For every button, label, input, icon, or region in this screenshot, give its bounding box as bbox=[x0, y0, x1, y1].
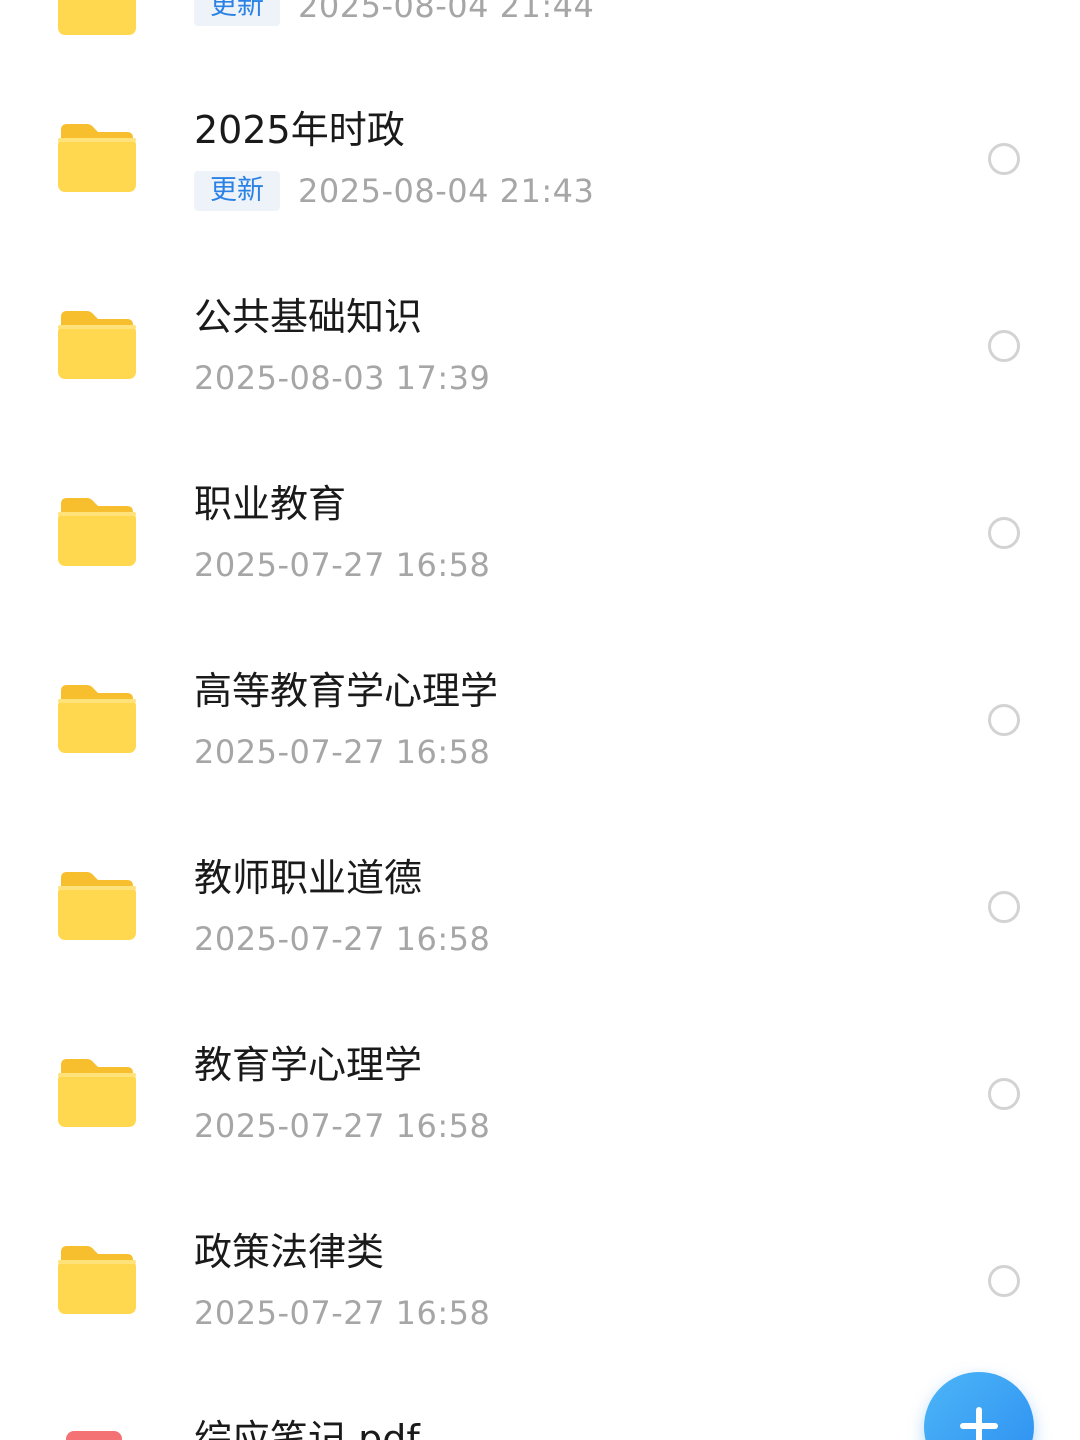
list-item[interactable]: 更新 2025-08-04 21:44 bbox=[0, 0, 1080, 57]
select-radio-icon[interactable] bbox=[988, 330, 1020, 362]
list-item[interactable]: 教育学心理学 2025-07-27 16:58 bbox=[0, 1001, 1080, 1188]
folder-icon bbox=[58, 0, 136, 35]
file-name: 2025年时政 bbox=[194, 108, 405, 152]
select-radio-icon[interactable] bbox=[988, 1265, 1020, 1297]
file-list: 更新 2025-08-04 21:44 2025年时政 更新 2025-08-0… bbox=[0, 0, 1080, 1440]
select-radio-icon[interactable] bbox=[988, 143, 1020, 175]
file-meta: 2025-07-27 16:58 bbox=[194, 1104, 490, 1148]
select-radio-icon[interactable] bbox=[988, 704, 1020, 736]
file-name: 政策法律类 bbox=[194, 1230, 385, 1274]
file-meta: 2025-07-27 16:58 bbox=[194, 917, 490, 961]
file-date: 2025-08-04 21:43 bbox=[298, 172, 595, 210]
file-meta: 更新 2025-08-04 21:43 bbox=[194, 169, 594, 213]
list-item[interactable]: 职业教育 2025-07-27 16:58 bbox=[0, 440, 1080, 627]
list-item[interactable]: 综应笔记.pdf bbox=[0, 1375, 1080, 1440]
file-date: 2025-07-27 16:58 bbox=[194, 546, 491, 584]
file-name: 公共基础知识 bbox=[194, 295, 423, 339]
file-meta: 2025-08-03 17:39 bbox=[194, 356, 490, 400]
select-radio-icon[interactable] bbox=[988, 1078, 1020, 1110]
select-radio-icon[interactable] bbox=[988, 517, 1020, 549]
file-date: 2025-08-03 17:39 bbox=[194, 359, 491, 397]
update-badge: 更新 bbox=[194, 0, 280, 26]
select-radio-icon[interactable] bbox=[988, 891, 1020, 923]
list-item[interactable]: 2025年时政 更新 2025-08-04 21:43 bbox=[0, 66, 1080, 253]
list-item[interactable]: 政策法律类 2025-07-27 16:58 bbox=[0, 1188, 1080, 1375]
update-badge: 更新 bbox=[194, 171, 280, 211]
file-name: 综应笔记.pdf bbox=[194, 1417, 420, 1440]
file-date: 2025-07-27 16:58 bbox=[194, 1294, 491, 1332]
folder-icon bbox=[58, 311, 136, 379]
folder-icon bbox=[58, 685, 136, 753]
file-name: 教师职业道德 bbox=[194, 856, 423, 900]
list-item[interactable]: 高等教育学心理学 2025-07-27 16:58 bbox=[0, 627, 1080, 814]
file-date: 2025-07-27 16:58 bbox=[194, 1107, 491, 1145]
folder-icon bbox=[58, 498, 136, 566]
file-meta: 2025-07-27 16:58 bbox=[194, 1291, 490, 1335]
file-name: 高等教育学心理学 bbox=[194, 669, 499, 713]
file-meta: 2025-07-27 16:58 bbox=[194, 730, 490, 774]
file-date: 2025-07-27 16:58 bbox=[194, 733, 491, 771]
folder-icon bbox=[58, 1246, 136, 1314]
file-date: 2025-07-27 16:58 bbox=[194, 920, 491, 958]
file-meta: 2025-07-27 16:58 bbox=[194, 543, 490, 587]
file-name: 教育学心理学 bbox=[194, 1043, 423, 1087]
folder-icon bbox=[58, 872, 136, 940]
file-name: 职业教育 bbox=[194, 482, 347, 526]
file-date: 2025-08-04 21:44 bbox=[298, 0, 595, 25]
folder-icon bbox=[58, 1059, 136, 1127]
list-item[interactable]: 公共基础知识 2025-08-03 17:39 bbox=[0, 253, 1080, 440]
pdf-file-icon bbox=[66, 1431, 122, 1440]
file-meta: 更新 2025-08-04 21:44 bbox=[194, 0, 594, 28]
list-item[interactable]: 教师职业道德 2025-07-27 16:58 bbox=[0, 814, 1080, 1001]
folder-icon bbox=[58, 124, 136, 192]
